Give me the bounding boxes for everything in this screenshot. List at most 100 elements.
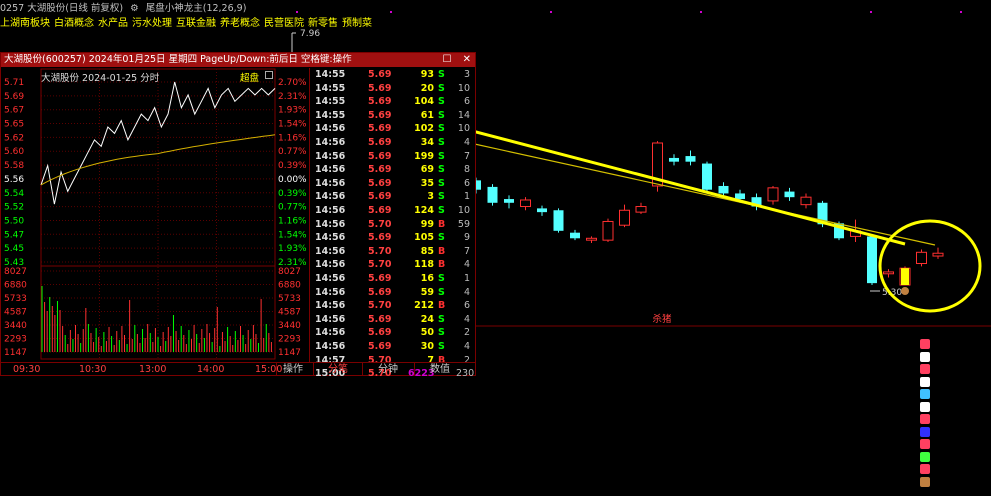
tick-row[interactable]: 14:56 5.70 85 B 7 — [310, 245, 476, 259]
intraday-tag[interactable]: 超盘 — [240, 70, 259, 84]
concept-tag[interactable]: 新零售 — [308, 18, 338, 29]
intraday-chart-panel[interactable]: 5.71 2.70% 5.69 2.31% 5.67 1.93% 5.65 1.54% 5.62… — [1, 68, 309, 362]
concept-tag[interactable]: 水产品 — [98, 18, 128, 29]
indicator-label: 杀猪 — [652, 313, 672, 325]
money-bag-icon — [901, 287, 909, 295]
tick-row[interactable]: 14:56 5.69 30 S 4 — [310, 340, 476, 354]
concept-tag[interactable]: 互联金融 — [176, 18, 216, 29]
tick-row[interactable]: 14:56 5.69 34 S 4 — [310, 136, 476, 150]
indicator-title[interactable]: 尾盘小神龙主(12,26,9) — [146, 3, 247, 14]
tick-row[interactable]: 14:56 5.69 59 S 4 — [310, 286, 476, 300]
tick-price: 5.69 — [368, 341, 392, 352]
intraday-title: 大湖股份 2024-01-25 分时 — [41, 73, 160, 84]
tick-price: 5.69 — [368, 177, 392, 189]
tick-row[interactable]: 14:55 5.69 20 S 10 — [310, 82, 476, 96]
tick-row[interactable]: 14:56 5.69 16 S 1 — [310, 272, 476, 286]
tick-row[interactable]: 14:56 5.69 102 S 10 — [310, 122, 476, 136]
pct-tick-label: 1.93% — [278, 244, 307, 254]
tick-row[interactable]: 14:56 5.69 3 S 1 — [310, 190, 476, 204]
tick-side: B — [438, 218, 446, 230]
concept-tag[interactable]: 民营医院 — [264, 18, 304, 29]
tick-num: 59 — [457, 218, 470, 230]
tick-price: 5.69 — [368, 82, 392, 94]
restore-icon[interactable]: ☐ — [442, 54, 451, 65]
tick-detail-list[interactable]: 14:55 5.69 93 S 3 14:55 5.69 20 S 10 14:55 5.69 104 S… — [309, 68, 476, 379]
volume-tick-label: 5733 — [278, 294, 301, 304]
price-tick-label: 5.58 — [4, 161, 24, 171]
tick-time: 14:55 — [315, 69, 346, 80]
tick-row[interactable]: 14:56 5.69 69 S 8 — [310, 163, 476, 177]
tick-side: S — [438, 286, 445, 298]
tick-row[interactable]: 14:56 5.69 35 S 6 — [310, 177, 476, 191]
marker-dot — [960, 11, 962, 13]
checkbox-icon[interactable] — [265, 71, 273, 79]
candle-body — [635, 206, 647, 213]
pct-tick-label: 0.77% — [278, 147, 307, 157]
candlestick — [883, 269, 894, 278]
tick-row[interactable]: 14:55 5.69 61 S 14 — [310, 109, 476, 123]
bottom-tab[interactable]: 操作 — [277, 363, 309, 376]
tick-price: 5.69 — [368, 191, 392, 203]
tick-side: S — [438, 137, 445, 148]
tick-num: 7 — [463, 150, 470, 162]
notice-icon — [916, 376, 934, 388]
tick-price: 5.69 — [368, 150, 392, 162]
tick-side: S — [438, 96, 445, 108]
tick-num: 10 — [457, 123, 470, 135]
tick-row[interactable]: 14:56 5.69 124 S 10 — [310, 204, 476, 218]
price-tick-label: 5.71 — [4, 78, 24, 88]
tick-row[interactable]: 14:56 5.70 99 B 59 — [310, 218, 476, 232]
tick-row[interactable]: 14:56 5.69 24 S 4 — [310, 313, 476, 327]
signal-icon-column — [916, 338, 934, 494]
tick-side: S — [438, 205, 445, 216]
tick-num: 4 — [463, 137, 470, 148]
box-icon — [916, 426, 934, 438]
volume-tick-label: 3440 — [4, 321, 27, 331]
candle-body — [586, 237, 597, 241]
tick-row[interactable]: 14:55 5.69 93 S 3 — [310, 68, 476, 82]
candlestick — [784, 187, 795, 201]
candlestick — [619, 204, 630, 228]
concept-tag[interactable]: 养老概念 — [220, 18, 260, 29]
concept-tag[interactable]: 预制菜 — [342, 18, 372, 29]
candle-body — [504, 199, 514, 203]
tick-price: 5.70 — [368, 300, 392, 312]
tick-time: 14:55 — [315, 96, 346, 108]
tick-num: 6 — [463, 300, 470, 312]
time-axis-label: 09:30 — [13, 364, 41, 375]
concept-tag[interactable]: 白酒概念 — [54, 18, 94, 29]
gem-icon — [916, 438, 934, 450]
stock-title: 0257 大湖股份(日线 前复权) — [0, 3, 124, 14]
tick-row[interactable]: 14:56 5.69 50 S 2 — [310, 326, 476, 340]
tick-time: 14:56 — [315, 137, 346, 148]
tick-price: 5.69 — [368, 286, 392, 298]
bottom-tab[interactable]: 分笔 — [314, 363, 362, 376]
tick-row[interactable]: 14:56 5.69 105 S 9 — [310, 231, 476, 245]
concept-tag[interactable]: 污水处理 — [132, 18, 172, 29]
close-icon[interactable]: ✕ — [463, 54, 471, 65]
pct-tick-label: 2.31% — [278, 92, 307, 102]
bottom-tab[interactable]: 分钟 — [363, 363, 413, 376]
candlestick — [916, 249, 927, 267]
candle-body — [537, 208, 547, 213]
concept-tag[interactable]: 上湖南板块 — [0, 18, 50, 29]
candlestick — [932, 247, 944, 259]
candle-body — [916, 251, 927, 265]
bottom-tab[interactable]: 数值 — [415, 363, 465, 376]
candle-body — [883, 271, 894, 275]
gem-icon — [916, 363, 934, 375]
gear-icon[interactable]: ⚙ — [130, 3, 139, 14]
tick-price: 5.69 — [368, 123, 392, 135]
tick-row[interactable]: 14:55 5.69 104 S 6 — [310, 95, 476, 109]
tick-row[interactable]: 14:56 5.70 212 B 6 — [310, 299, 476, 313]
tick-price: 5.69 — [368, 273, 392, 284]
intraday-popup-window[interactable]: 大湖股份(600257) 2024年01月25日 星期四 PageUp/Down… — [0, 52, 476, 379]
tick-time: 14:56 — [315, 245, 346, 257]
tick-row[interactable]: 14:56 5.69 199 S 7 — [310, 150, 476, 164]
marker-dot — [870, 11, 872, 13]
tick-side: S — [438, 177, 445, 189]
popup-title[interactable]: 大湖股份(600257) 2024年01月25日 星期四 PageUp/Down… — [1, 53, 475, 67]
candlestick — [586, 236, 597, 243]
tick-row[interactable]: 14:56 5.70 118 B 4 — [310, 258, 476, 272]
tick-time: 14:56 — [315, 191, 346, 203]
